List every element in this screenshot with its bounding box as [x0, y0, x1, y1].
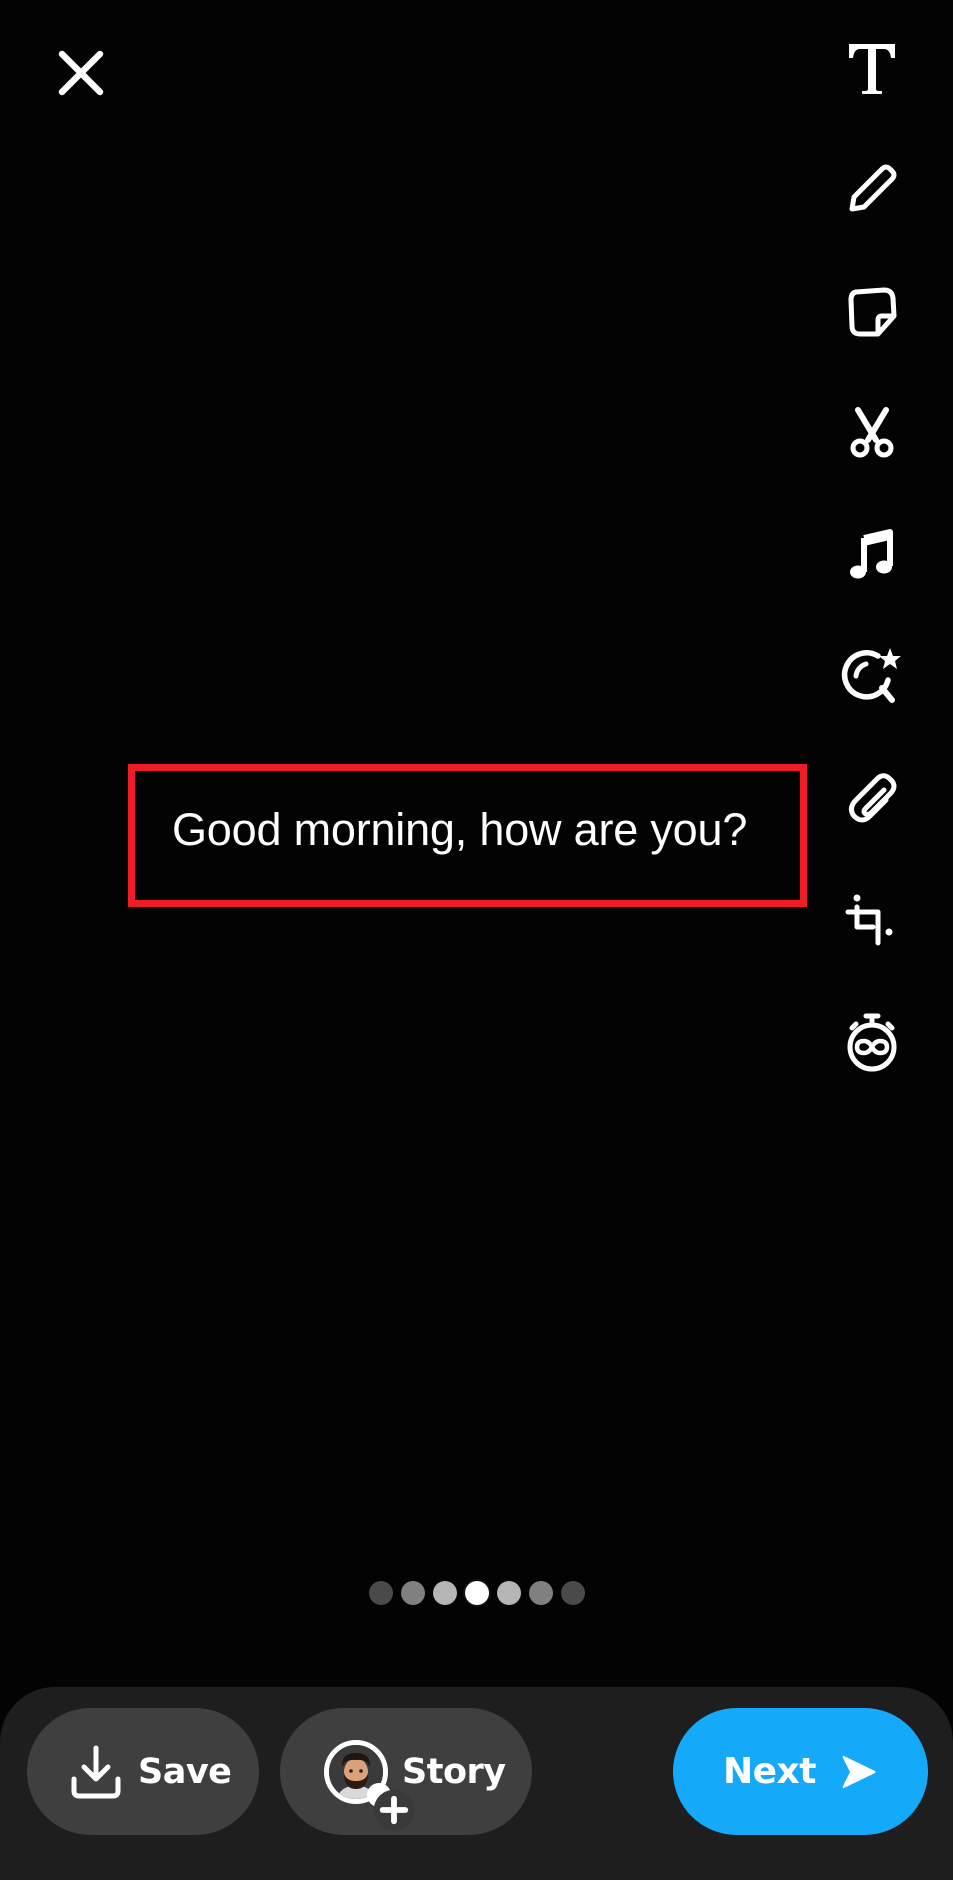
page-dot[interactable]: [401, 1581, 425, 1605]
page-dot[interactable]: [529, 1581, 553, 1605]
crop-icon: [845, 894, 893, 946]
send-arrow-icon: [842, 1755, 876, 1788]
page-dot[interactable]: [369, 1581, 393, 1605]
close-button[interactable]: [56, 48, 106, 98]
next-label: Next: [723, 1751, 816, 1792]
music-tool-button[interactable]: [840, 522, 904, 586]
sticker-tool-button[interactable]: [840, 280, 904, 344]
timer-infinity-icon: [847, 1013, 897, 1072]
page-dot[interactable]: [561, 1581, 585, 1605]
page-dot[interactable]: [433, 1581, 457, 1605]
lens-search-star-icon: [841, 648, 901, 703]
save-label: Save: [138, 1751, 232, 1792]
plus-icon: [373, 1789, 415, 1830]
avatar: [324, 1739, 415, 1830]
page-dot[interactable]: [497, 1581, 521, 1605]
story-label: Story: [402, 1751, 506, 1792]
text-tool-button[interactable]: [840, 36, 904, 100]
timer-tool-button[interactable]: [840, 1010, 904, 1074]
text-icon: [849, 44, 895, 94]
page-dot-active[interactable]: [465, 1581, 489, 1605]
caption-text[interactable]: Good morning, how are you?: [172, 800, 747, 860]
story-button[interactable]: Story: [280, 1708, 532, 1835]
music-note-icon: [850, 529, 893, 579]
scissors-tool-button[interactable]: [840, 402, 904, 466]
scissors-icon: [850, 407, 894, 458]
add-to-story-badge: [367, 1782, 415, 1830]
download-icon: [71, 1745, 121, 1798]
attachment-tool-button[interactable]: [840, 768, 904, 832]
close-icon: [58, 50, 104, 96]
save-button[interactable]: Save: [27, 1708, 259, 1835]
pencil-icon: [849, 164, 897, 212]
page-indicator: [369, 1581, 585, 1605]
paperclip-icon: [848, 773, 897, 823]
next-button[interactable]: Next: [673, 1708, 928, 1835]
lens-tool-button[interactable]: [840, 644, 904, 708]
crop-tool-button[interactable]: [840, 889, 904, 953]
sticker-icon: [848, 287, 897, 337]
draw-tool-button[interactable]: [840, 157, 904, 221]
